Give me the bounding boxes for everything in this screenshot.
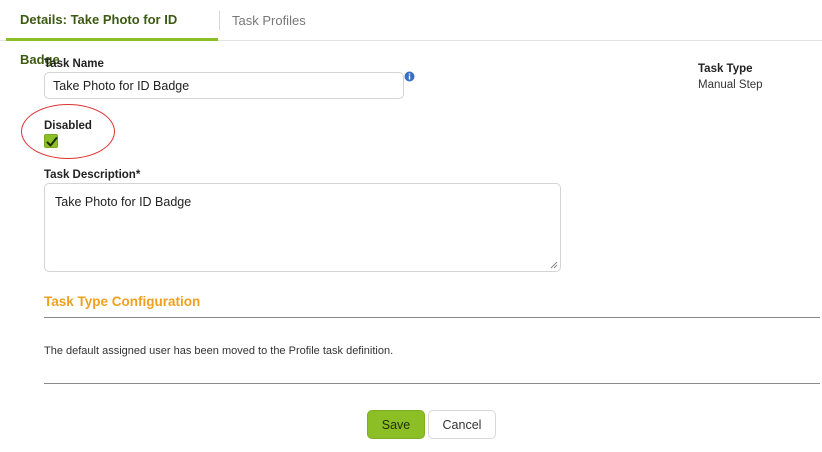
- section-divider-top: [44, 317, 820, 318]
- section-divider-bottom: [44, 383, 820, 384]
- disabled-label: Disabled: [44, 120, 92, 132]
- tab-divider: [219, 11, 220, 30]
- checkmark-icon: [46, 137, 58, 147]
- task-description-textarea[interactable]: Take Photo for ID Badge: [44, 183, 561, 272]
- info-icon[interactable]: [404, 71, 415, 82]
- tab-task-profiles[interactable]: Task Profiles: [232, 0, 306, 41]
- save-button[interactable]: Save: [367, 410, 425, 439]
- config-note: The default assigned user has been moved…: [44, 345, 394, 357]
- task-description-label: Task Description*: [44, 169, 141, 181]
- tab-details[interactable]: Details: Take Photo for ID Badge: [6, 0, 218, 67]
- task-description-text: Take Photo for ID Badge: [55, 195, 192, 209]
- task-type-label: Task Type: [698, 63, 753, 75]
- cancel-button[interactable]: Cancel: [428, 410, 496, 439]
- task-details-page: Details: Take Photo for ID Badge Task Pr…: [0, 0, 822, 452]
- task-name-input[interactable]: [44, 72, 404, 99]
- section-title-task-type-configuration: Task Type Configuration: [44, 294, 201, 309]
- resize-handle-icon[interactable]: [550, 261, 558, 269]
- tab-bar: Details: Take Photo for ID Badge Task Pr…: [0, 0, 822, 67]
- task-type-value: Manual Step: [698, 79, 763, 91]
- disabled-checkbox[interactable]: [44, 134, 58, 148]
- task-name-label: Task Name: [44, 58, 104, 70]
